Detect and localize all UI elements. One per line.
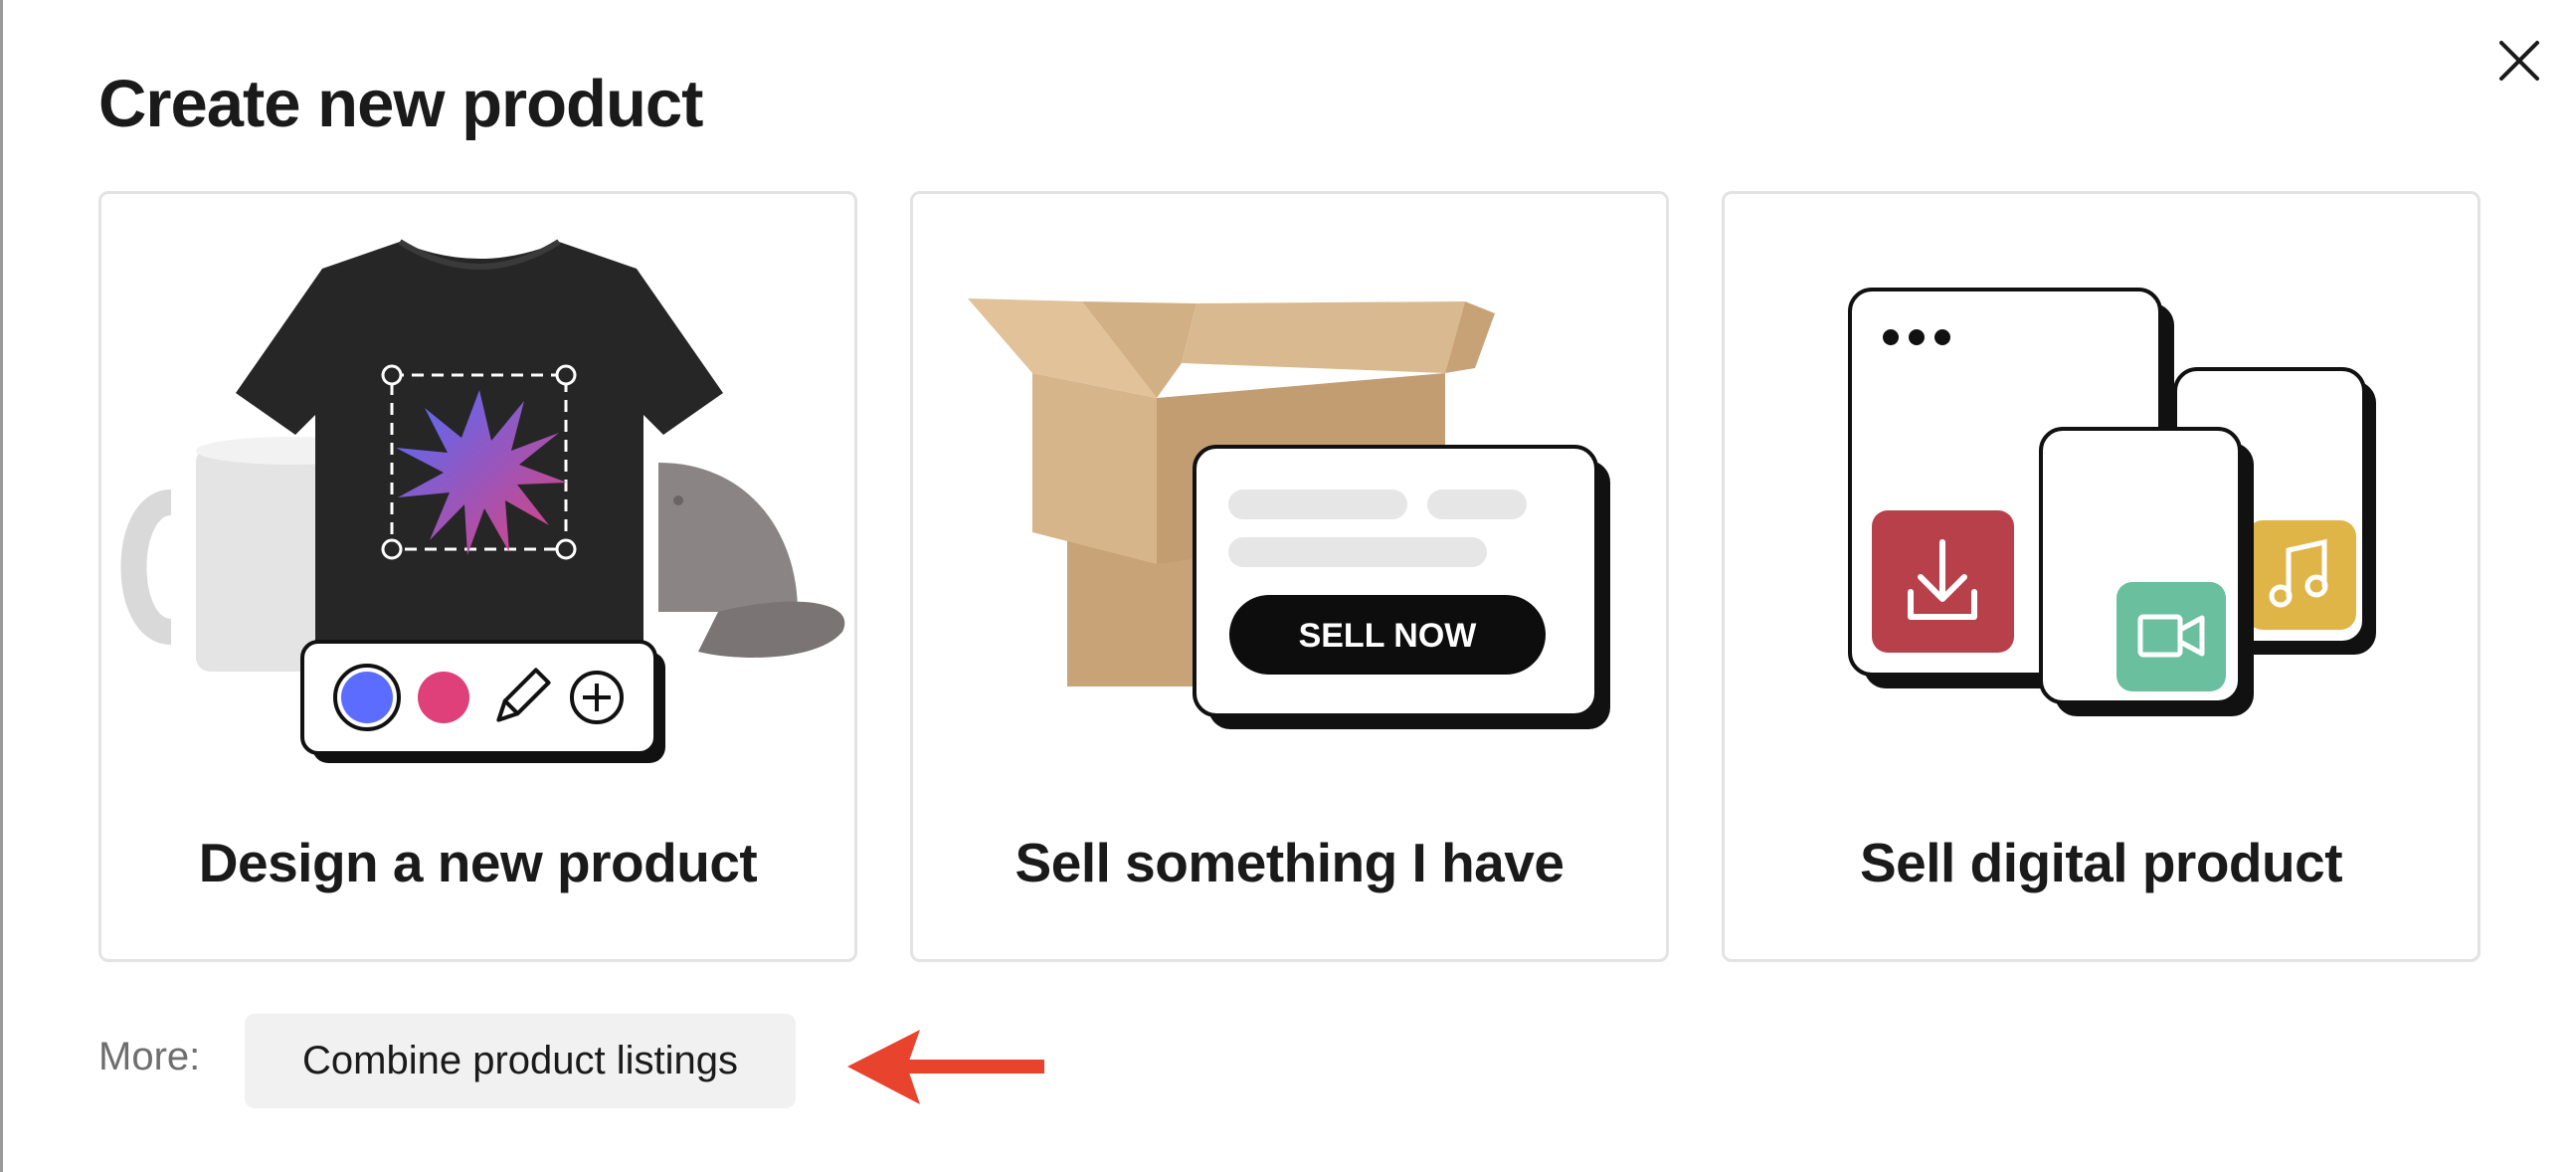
- more-label: More:: [98, 1035, 201, 1078]
- apparel-illustration: [120, 239, 845, 763]
- video-tile: [2116, 582, 2226, 691]
- left-arrow-icon: [847, 1030, 1044, 1104]
- sell-digital-product-card[interactable]: Sell digital product: [1722, 191, 2481, 962]
- dialog-title: Create new product: [98, 67, 703, 141]
- sell-now-text: SELL NOW: [1299, 617, 1478, 655]
- window-edge: [0, 0, 3, 1172]
- close-icon[interactable]: [2491, 33, 2547, 89]
- card-label: Sell something I have: [1014, 832, 1564, 893]
- sell-something-card[interactable]: SELL NOW Sell something I have: [910, 191, 1669, 962]
- card-label: Design a new product: [198, 832, 758, 893]
- design-new-product-card[interactable]: Design a new product: [98, 191, 857, 962]
- combine-product-listings-button[interactable]: Combine product listings: [245, 1014, 796, 1108]
- card-label: Sell digital product: [1859, 832, 2343, 893]
- music-tile: [2247, 520, 2356, 630]
- cap-image: [658, 463, 845, 658]
- digital-files-illustration: [1848, 288, 2376, 716]
- box-illustration: SELL NOW: [968, 298, 1610, 729]
- color-swatch-pink: [418, 672, 469, 723]
